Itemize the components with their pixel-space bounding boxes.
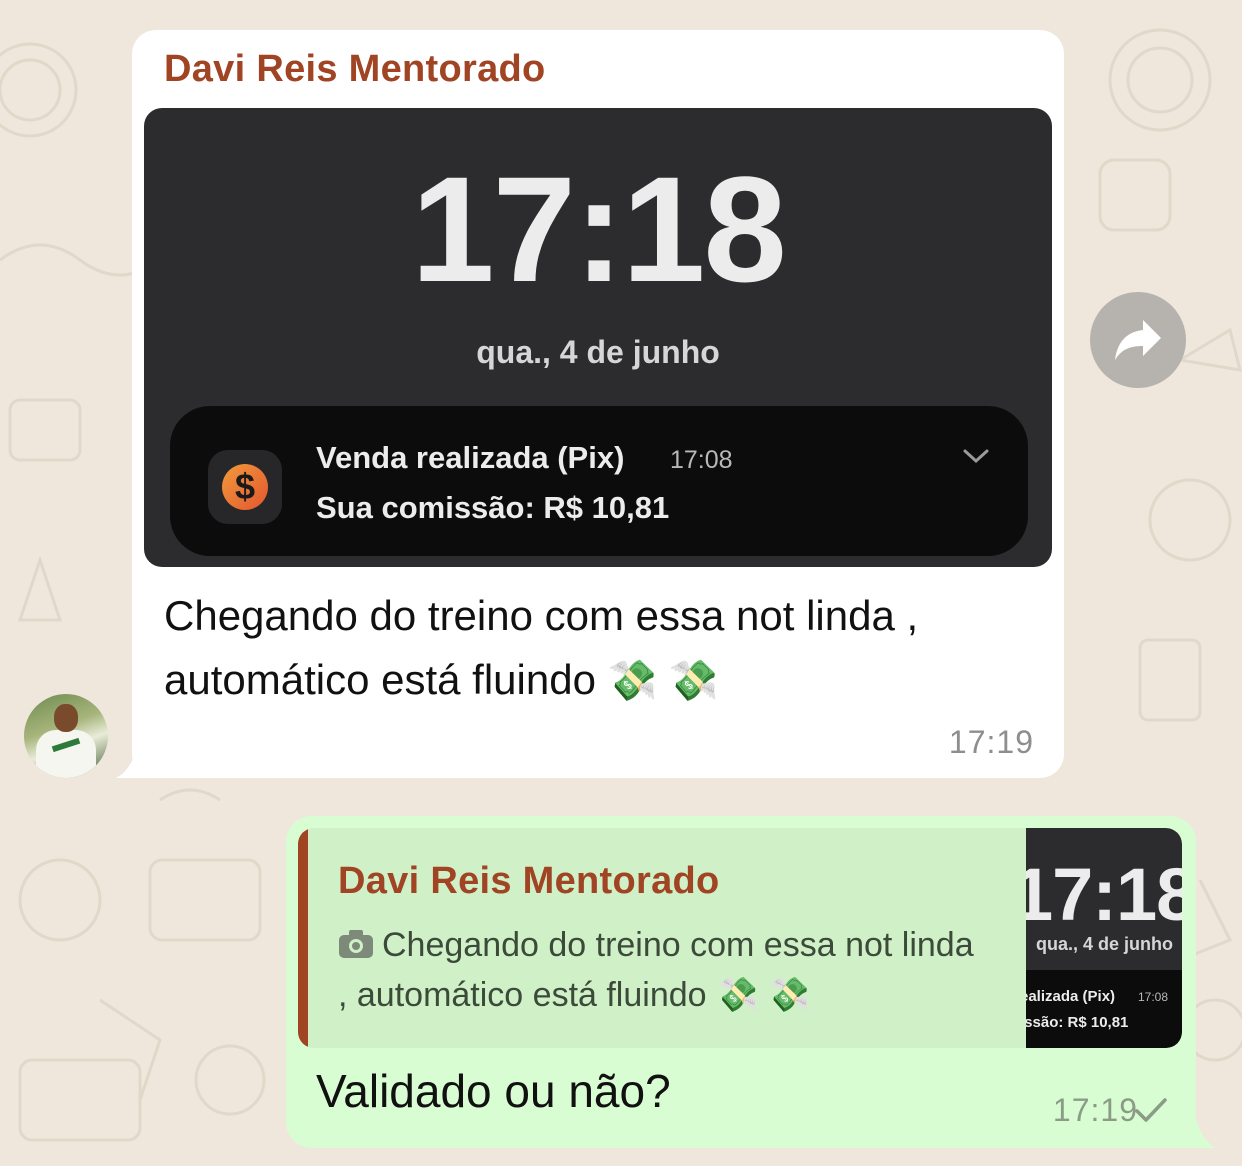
avatar-face <box>54 704 78 732</box>
money-with-wings-emoji: 💸 💸 <box>607 659 719 703</box>
notification-time: 17:08 <box>670 446 733 474</box>
notification-card: $ Venda realizada (Pix) 17:08 Sua comiss… <box>170 406 1028 556</box>
dollar-coin-icon: $ <box>208 450 282 524</box>
image-attachment[interactable]: 17:18 qua., 4 de junho $ Venda realizada… <box>144 108 1052 567</box>
message-body: Chegando do treino com essa not linda , … <box>164 592 919 703</box>
reply-message-text: Validado ou não? <box>316 1065 671 1117</box>
chevron-down-icon <box>963 449 989 464</box>
message-text: Chegando do treino com essa not linda , … <box>164 584 1024 713</box>
quoted-image-thumbnail: 17:18 qua., 4 de junho ealizada (Pix) 17… <box>1026 828 1182 1048</box>
thumb-lockscreen-date: qua., 4 de junho <box>1036 934 1174 954</box>
camera-icon <box>339 930 373 958</box>
avatar-shirt <box>36 730 96 778</box>
thumb-notification-time: 17:08 <box>1138 990 1169 1004</box>
quoted-body: Chegando do treino com essa not linda , … <box>338 926 974 1014</box>
reply-timestamp: 17:19 <box>1052 1092 1138 1128</box>
quote-accent-bar <box>298 828 308 1048</box>
outgoing-message-bubble[interactable]: Davi Reis Mentorado Chegando do treino c… <box>286 816 1196 1148</box>
thumb-notification-card <box>1026 970 1182 1048</box>
thumb-lockscreen-time: 17:18 <box>1026 853 1182 936</box>
notification-body: Sua comissão: R$ 10,81 <box>316 490 670 525</box>
forward-button[interactable] <box>1090 292 1186 388</box>
lockscreen-time: 17:18 <box>411 145 787 313</box>
forward-arrow-icon <box>1115 320 1161 360</box>
single-check-icon <box>1135 1098 1167 1122</box>
notification-title: Venda realizada (Pix) <box>316 440 625 475</box>
lockscreen-date: qua., 4 de junho <box>476 334 720 370</box>
quoted-emoji: 💸 💸 <box>716 976 811 1014</box>
sender-name[interactable]: Davi Reis Mentorado <box>164 48 546 91</box>
quoted-text: Chegando do treino com essa not linda , … <box>338 920 988 1020</box>
message-timestamp: 17:19 <box>948 724 1034 760</box>
thumb-notification-title: ealizada (Pix) <box>1026 988 1116 1005</box>
contact-avatar[interactable] <box>24 694 108 778</box>
incoming-message-bubble[interactable]: Davi Reis Mentorado 17:18 qua., 4 de jun… <box>132 30 1064 778</box>
thumb-notification-body: issão: R$ 10,81 <box>1026 1014 1129 1031</box>
quoted-message[interactable]: Davi Reis Mentorado Chegando do treino c… <box>298 828 1182 1048</box>
quoted-sender-name: Davi Reis Mentorado <box>338 860 720 902</box>
